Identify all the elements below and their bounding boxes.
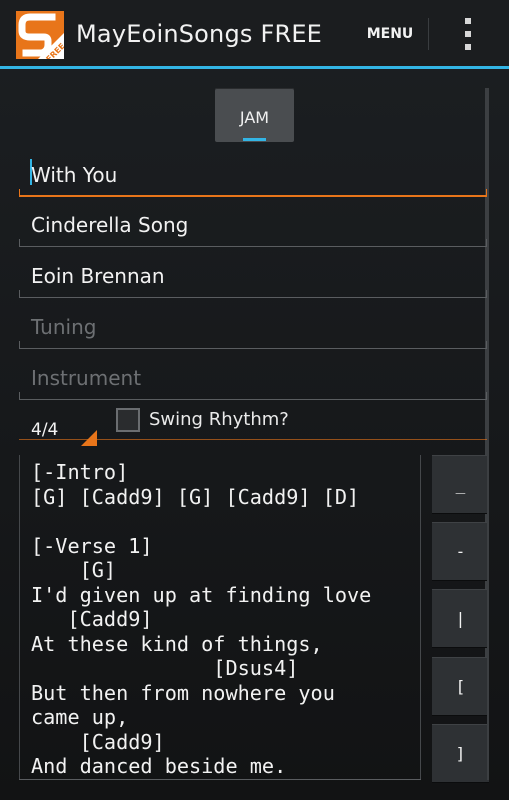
jam-indicator xyxy=(243,138,266,141)
spinner-arrow-icon xyxy=(81,430,97,446)
chord-lyrics-editor[interactable]: [-Intro] [G] [Cadd9] [G] [Cadd9] [D] [-V… xyxy=(19,455,421,780)
song-title-field[interactable]: With You xyxy=(19,153,487,197)
jam-button[interactable]: JAM xyxy=(215,88,294,142)
time-signature-spinner[interactable]: 4/4 xyxy=(19,410,97,446)
time-signature-value: 4/4 xyxy=(31,420,59,440)
artist-field[interactable]: Eoin Brennan xyxy=(19,254,487,298)
swing-rhythm-label[interactable]: Swing Rhythm? xyxy=(149,409,289,430)
app-logo-icon[interactable]: FREE xyxy=(16,11,64,59)
album-value: Cinderella Song xyxy=(31,213,189,237)
artist-value: Eoin Brennan xyxy=(31,264,165,288)
actionbar-underline xyxy=(0,66,509,69)
overflow-menu-icon[interactable] xyxy=(445,14,493,54)
insert-close-bracket-button[interactable]: ] xyxy=(432,724,489,782)
action-bar: FREE MayEoinSongs FREE MENU xyxy=(0,0,509,66)
swing-rhythm-checkbox[interactable] xyxy=(116,408,140,432)
tuning-placeholder: Tuning xyxy=(31,315,97,339)
chord-lyrics-text: [-Intro] [G] [Cadd9] [G] [Cadd9] [D] [-V… xyxy=(31,460,372,778)
instrument-field[interactable]: Instrument xyxy=(19,356,487,400)
app-title: MayEoinSongs FREE xyxy=(76,20,323,48)
insert-underscore-button[interactable]: _ xyxy=(432,455,489,513)
menu-button[interactable]: MENU xyxy=(352,18,428,50)
actionbar-divider xyxy=(428,18,429,50)
tuning-field[interactable]: Tuning xyxy=(19,305,487,349)
jam-button-label: JAM xyxy=(239,108,270,127)
song-title-value: With You xyxy=(31,163,118,187)
album-field[interactable]: Cinderella Song xyxy=(19,203,487,247)
insert-dash-button[interactable]: - xyxy=(432,522,489,580)
side-scrollbar[interactable] xyxy=(487,455,489,780)
spinner-underline xyxy=(19,439,487,440)
insert-open-bracket-button[interactable]: [ xyxy=(432,657,489,715)
insert-bar-button[interactable]: | xyxy=(432,589,489,647)
instrument-placeholder: Instrument xyxy=(31,366,142,390)
